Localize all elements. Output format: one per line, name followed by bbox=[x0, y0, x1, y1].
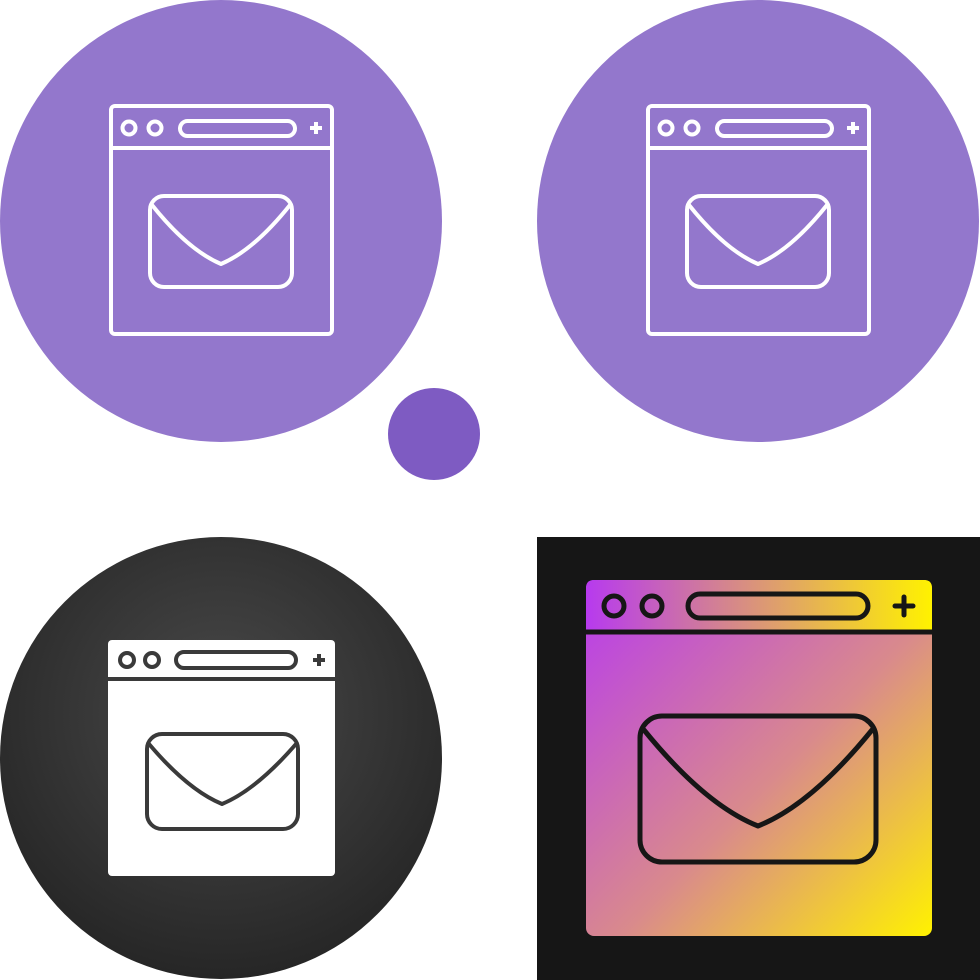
icon-set-svg bbox=[0, 0, 980, 980]
browser-mail-icon bbox=[108, 640, 335, 876]
purple-dot bbox=[388, 388, 480, 480]
variant-glyph-dark bbox=[0, 537, 442, 979]
purple-circle-bg bbox=[0, 0, 442, 442]
browser-mail-icon bbox=[586, 580, 932, 936]
variant-line-purple-1 bbox=[0, 0, 480, 480]
variant-line-purple-2 bbox=[537, 0, 979, 442]
purple-circle-bg bbox=[537, 0, 979, 442]
variant-gradient-square bbox=[537, 537, 980, 980]
browser-title-bar bbox=[586, 580, 932, 632]
browser-window-frame bbox=[108, 640, 335, 876]
icon-set-canvas bbox=[0, 0, 980, 980]
